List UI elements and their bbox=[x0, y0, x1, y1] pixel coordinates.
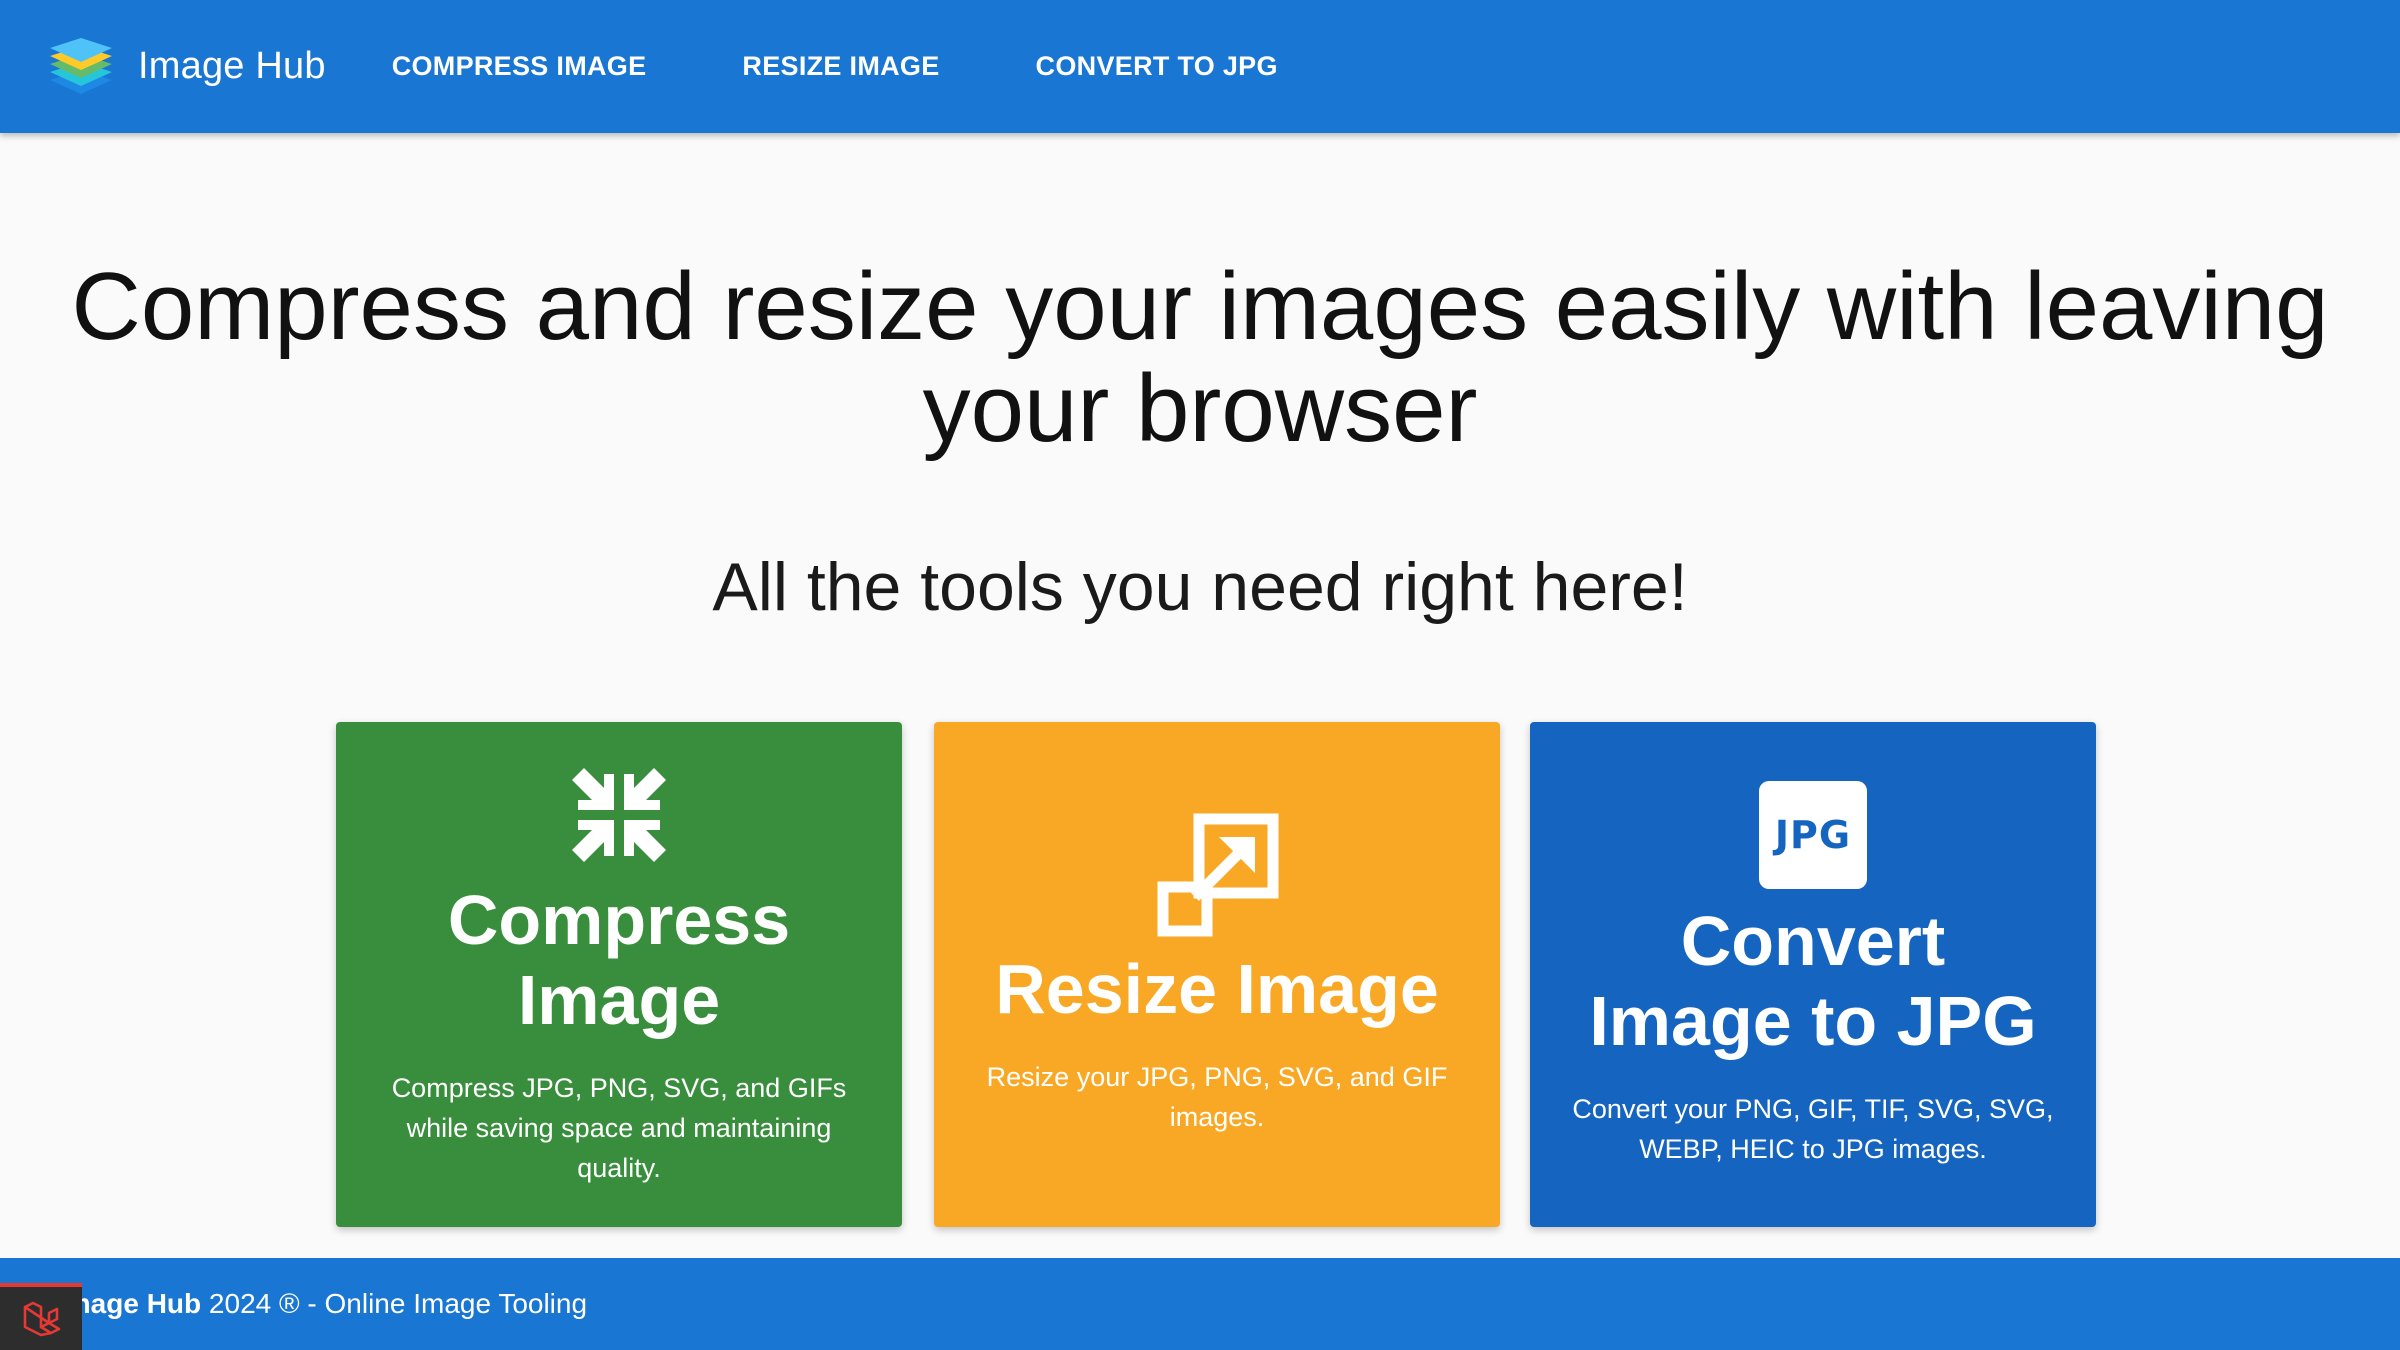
compress-card-title: Compress Image bbox=[447, 880, 791, 1039]
footer-copyright: 2024 ® - Online Image Tooling bbox=[201, 1288, 588, 1319]
layers-logo-icon bbox=[50, 37, 112, 94]
laravel-logo-icon bbox=[23, 1301, 61, 1336]
resize-image-card[interactable]: Resize Image Resize your JPG, PNG, SVG, … bbox=[934, 722, 1500, 1227]
convert-card-title: Convert Image to JPG bbox=[1589, 901, 2037, 1060]
brand-link[interactable]: Image Hub bbox=[46, 36, 326, 98]
compress-image-card[interactable]: Compress Image Compress JPG, PNG, SVG, a… bbox=[336, 722, 902, 1227]
footer-text: Image Hub 2024 ® - Online Image Tooling bbox=[58, 1288, 587, 1320]
convert-card-description: Convert your PNG, GIF, TIF, SVG, SVG, WE… bbox=[1572, 1093, 2054, 1164]
resize-card-description: Resize your JPG, PNG, SVG, and GIF image… bbox=[986, 1061, 1448, 1132]
jpg-icon: JPG bbox=[1759, 780, 1867, 889]
dev-toolbar-toggle[interactable] bbox=[0, 1283, 82, 1350]
nav-resize-image[interactable]: RESIZE IMAGE bbox=[742, 51, 939, 82]
resize-icon bbox=[1157, 813, 1279, 936]
resize-card-title: Resize Image bbox=[995, 949, 1439, 1028]
hero-subtitle: All the tools you need right here! bbox=[712, 549, 1688, 625]
nav-convert-to-jpg[interactable]: CONVERT TO JPG bbox=[1036, 51, 1278, 82]
compress-card-description: Compress JPG, PNG, SVG, and GIFs while s… bbox=[391, 1072, 847, 1183]
top-navbar: Image Hub COMPRESS IMAGE RESIZE IMAGE CO… bbox=[0, 0, 2400, 133]
footer: Image Hub 2024 ® - Online Image Tooling bbox=[0, 1258, 2400, 1350]
nav-compress-image[interactable]: COMPRESS IMAGE bbox=[392, 51, 647, 82]
compress-arrows-icon bbox=[572, 767, 666, 862]
convert-to-jpg-card[interactable]: JPG Convert Image to JPG Convert your PN… bbox=[1530, 722, 2096, 1227]
brand-name: Image Hub bbox=[138, 45, 326, 87]
nav-links: COMPRESS IMAGE RESIZE IMAGE CONVERT TO J… bbox=[392, 51, 1374, 82]
hero-title: Compress and resize your images easily w… bbox=[71, 253, 2329, 462]
